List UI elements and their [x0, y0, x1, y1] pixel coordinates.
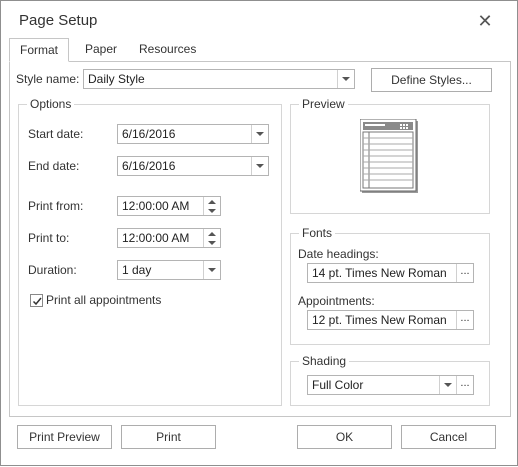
close-icon[interactable]: ✕ — [475, 11, 495, 31]
preview-group: Preview — [290, 97, 490, 214]
tab-resources[interactable]: Resources — [129, 38, 206, 62]
print-from-label: Print from: — [28, 199, 84, 213]
chevron-down-icon[interactable] — [251, 125, 268, 143]
end-date-field[interactable]: 6/16/2016 — [117, 156, 269, 176]
duration-label: Duration: — [28, 263, 77, 277]
date-headings-ellipsis-button[interactable]: ... — [456, 264, 473, 282]
spin-up-icon[interactable] — [204, 197, 220, 206]
tab-strip: Format Paper Resources — [9, 38, 511, 62]
print-to-field[interactable]: 12:00:00 AM — [117, 228, 221, 248]
fonts-group: Fonts Date headings: 14 pt. Times New Ro… — [290, 226, 490, 345]
shading-combo[interactable]: Full Color ... — [307, 375, 474, 395]
options-group-title: Options — [27, 97, 75, 111]
shading-value: Full Color — [312, 378, 364, 392]
cancel-button[interactable]: Cancel — [401, 425, 496, 449]
shading-group-title: Shading — [299, 354, 350, 368]
options-group: Options Start date: 6/16/2016 End date: … — [18, 97, 282, 406]
start-date-value: 6/16/2016 — [122, 127, 176, 141]
date-headings-font-value: 14 pt. Times New Roman — [312, 266, 447, 280]
appointments-font-field: 12 pt. Times New Roman ... — [307, 310, 474, 330]
shading-ellipsis-button[interactable]: ... — [456, 376, 473, 394]
spin-up-icon[interactable] — [204, 229, 220, 238]
ok-button[interactable]: OK — [297, 425, 392, 449]
spin-down-icon[interactable] — [204, 206, 220, 215]
chevron-down-icon[interactable] — [251, 157, 268, 175]
duration-value: 1 day — [122, 263, 152, 277]
style-name-combo[interactable]: Daily Style — [83, 69, 355, 89]
start-date-label: Start date: — [28, 127, 84, 141]
page-setup-dialog: Page Setup ✕ Format Paper Resources Styl… — [0, 0, 518, 466]
dialog-footer: Print Preview Print OK Cancel — [1, 417, 518, 467]
style-name-value: Daily Style — [88, 72, 145, 86]
print-to-label: Print to: — [28, 231, 70, 245]
page-preview-icon — [360, 119, 418, 193]
shading-group: Shading Full Color ... — [290, 354, 490, 406]
preview-group-title: Preview — [299, 97, 348, 111]
tab-format[interactable]: Format — [9, 38, 70, 62]
chevron-down-icon[interactable] — [337, 70, 354, 88]
start-date-field[interactable]: 6/16/2016 — [117, 124, 269, 144]
format-panel: Style name: Daily Style Define Styles...… — [9, 61, 511, 417]
define-styles-button[interactable]: Define Styles... — [371, 68, 492, 92]
date-headings-label: Date headings: — [298, 247, 379, 261]
print-all-label[interactable]: Print all appointments — [46, 293, 161, 307]
dialog-title: Page Setup — [19, 12, 98, 29]
print-all-checkbox[interactable] — [30, 294, 43, 307]
chevron-down-icon[interactable] — [203, 261, 220, 279]
print-button[interactable]: Print — [121, 425, 216, 449]
fonts-group-title: Fonts — [299, 226, 336, 240]
print-preview-button[interactable]: Print Preview — [17, 425, 112, 449]
print-to-value: 12:00:00 AM — [122, 231, 190, 245]
print-from-field[interactable]: 12:00:00 AM — [117, 196, 221, 216]
end-date-value: 6/16/2016 — [122, 159, 176, 173]
spin-buttons[interactable] — [203, 229, 220, 247]
checkmark-icon — [32, 297, 42, 306]
appointments-ellipsis-button[interactable]: ... — [456, 311, 473, 329]
appointments-label: Appointments: — [298, 294, 375, 308]
spin-down-icon[interactable] — [204, 238, 220, 247]
duration-combo[interactable]: 1 day — [117, 260, 221, 280]
style-name-label: Style name: — [16, 72, 80, 86]
spin-buttons[interactable] — [203, 197, 220, 215]
appointments-font-value: 12 pt. Times New Roman — [312, 313, 447, 327]
chevron-down-icon[interactable] — [439, 376, 456, 394]
end-date-label: End date: — [28, 159, 80, 173]
date-headings-font-field: 14 pt. Times New Roman ... — [307, 263, 474, 283]
print-from-value: 12:00:00 AM — [122, 199, 190, 213]
tab-paper[interactable]: Paper — [75, 38, 127, 62]
